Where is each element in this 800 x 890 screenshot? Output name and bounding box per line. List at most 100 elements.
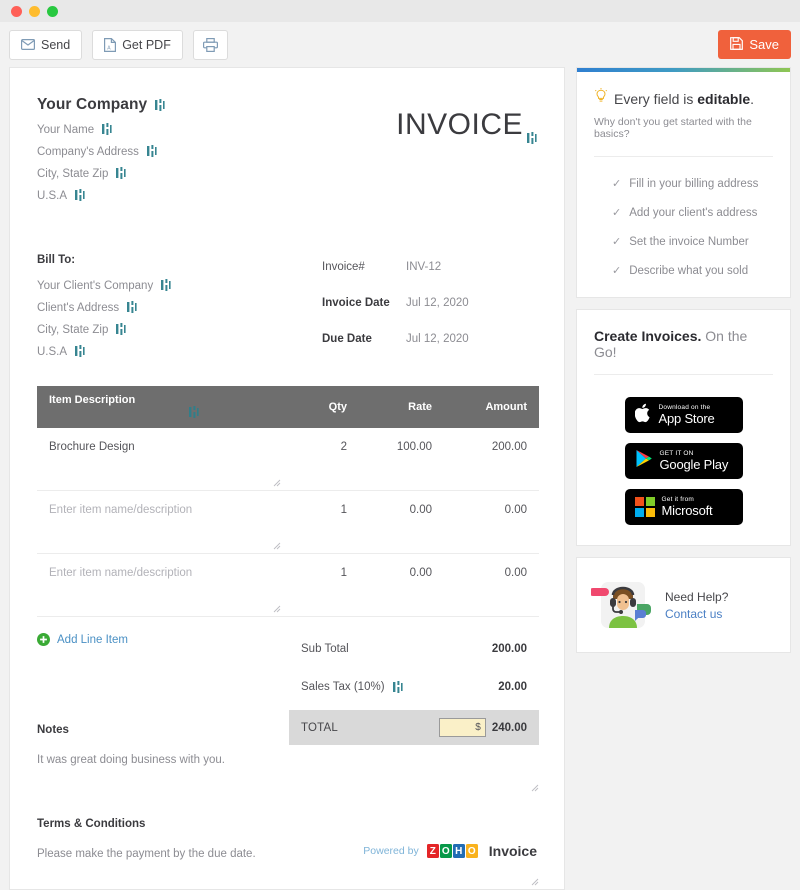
client-line-2-field[interactable]: City, State Zip (37, 323, 322, 336)
edit-pencil-icon[interactable] (189, 406, 199, 419)
microsoft-store-badge[interactable]: Get it from Microsoft (624, 489, 743, 525)
google-play-badge[interactable]: GET IT ON Google Play (624, 443, 743, 479)
meta-row-invoice-number: Invoice# INV-12 (322, 254, 537, 279)
zoho-product-name: Invoice (488, 843, 537, 859)
client-line-3-field[interactable]: U.S.A (37, 345, 322, 358)
invoice-header: Your Company Your Name Company's Address (37, 96, 537, 202)
meta-value-0[interactable]: INV-12 (406, 261, 441, 273)
meta-label-0: Invoice# (322, 260, 365, 273)
zoho-letter-z: Z (426, 844, 439, 858)
apps-card-title: Create Invoices. On the Go! (594, 328, 748, 360)
grand-total-row: TOTAL $ 240.00 (289, 710, 539, 745)
edit-pencil-icon[interactable] (527, 119, 537, 144)
textarea-resize-grip[interactable] (272, 604, 281, 613)
cell-description[interactable]: Brochure Design (37, 428, 281, 491)
client-line-1-field[interactable]: Client's Address (37, 301, 322, 314)
contact-us-link[interactable]: Contact us (665, 607, 728, 621)
table-row[interactable]: Enter item name/description 1 0.00 0.00 (37, 491, 539, 554)
client-line-0-field[interactable]: Your Client's Company (37, 279, 322, 292)
cell-description[interactable]: Enter item name/description (37, 491, 281, 554)
zoho-letter-o1: O (439, 844, 452, 858)
pdf-file-icon: A (104, 37, 117, 52)
cell-rate[interactable]: 100.00 (359, 428, 444, 491)
textarea-resize-grip[interactable] (272, 478, 281, 487)
bill-to-block: Bill To: Your Client's Company Client's … (37, 254, 322, 358)
send-button[interactable]: Send (9, 29, 83, 60)
cell-description[interactable]: Enter item name/description (37, 554, 281, 617)
company-line-3-field[interactable]: U.S.A (37, 189, 165, 202)
textarea-resize-grip[interactable] (530, 779, 539, 792)
company-line-0-field[interactable]: Your Name (37, 123, 165, 136)
edit-pencil-icon[interactable] (75, 345, 85, 358)
meta-value-1[interactable]: Jul 12, 2020 (406, 297, 469, 309)
edit-pencil-icon[interactable] (116, 323, 126, 336)
tip-card-heading: Every field is editable. (594, 88, 773, 109)
check-icon: ✓ (612, 236, 622, 248)
notes-body[interactable]: It was great doing business with you. (37, 754, 539, 766)
item-description-0: Brochure Design (49, 441, 135, 453)
edit-pencil-icon[interactable] (127, 301, 137, 314)
subtotal-value: 200.00 (491, 643, 527, 655)
company-line-0: Your Name (37, 123, 95, 136)
invoice-document: Your Company Your Name Company's Address (9, 67, 565, 890)
sales-tax-label: Sales Tax (10%) (301, 680, 498, 694)
edit-pencil-icon[interactable] (161, 279, 171, 292)
currency-input[interactable]: $ (438, 718, 486, 737)
powered-by-footer: Powered by Z O H O Invoice (10, 843, 537, 859)
save-disk-icon (730, 36, 744, 53)
check-icon: ✓ (612, 265, 622, 277)
window-titlebar (0, 0, 800, 22)
window-maximize-button[interactable] (47, 5, 58, 17)
google-play-big-label: Google Play (659, 456, 729, 472)
check-icon: ✓ (612, 178, 622, 190)
toolbar: Send A Get PDF Save (0, 22, 800, 67)
plus-circle-icon (37, 633, 50, 646)
cell-rate[interactable]: 0.00 (359, 491, 444, 554)
checklist-item-3: ✓ Describe what you sold (612, 264, 773, 278)
total-label: TOTAL (301, 721, 338, 734)
lightbulb-icon (594, 88, 608, 109)
edit-pencil-icon[interactable] (102, 123, 112, 136)
invoice-parties: Bill To: Your Client's Company Client's … (37, 254, 537, 358)
company-line-2-field[interactable]: City, State Zip (37, 167, 165, 180)
save-button[interactable]: Save (718, 30, 791, 59)
table-row[interactable]: Enter item name/description 1 0.00 0.00 (37, 554, 539, 617)
microsoft-icon (634, 497, 655, 517)
cell-qty[interactable]: 1 (281, 554, 359, 617)
zoho-letter-h: H (452, 844, 465, 858)
company-line-1: Company's Address (37, 145, 139, 158)
textarea-resize-grip[interactable] (272, 541, 281, 550)
meta-row-invoice-date: Invoice Date Jul 12, 2020 (322, 290, 537, 315)
client-line-3: U.S.A (37, 345, 68, 358)
table-row[interactable]: Brochure Design 2 100.00 200.00 (37, 428, 539, 491)
tip-checklist: ✓ Fill in your billing address ✓ Add you… (594, 177, 773, 278)
get-pdf-button[interactable]: A Get PDF (92, 29, 183, 60)
meta-value-2[interactable]: Jul 12, 2020 (406, 333, 469, 345)
company-line-2: City, State Zip (37, 167, 109, 180)
print-button[interactable] (192, 29, 228, 60)
apple-icon (634, 403, 652, 428)
edit-pencil-icon[interactable] (116, 167, 126, 180)
edit-pencil-icon[interactable] (146, 145, 157, 158)
column-header-qty: Qty (281, 386, 359, 428)
company-name-field[interactable]: Your Company (37, 96, 165, 114)
edit-pencil-icon[interactable] (392, 680, 403, 694)
cell-qty[interactable]: 2 (281, 428, 359, 491)
window-close-button[interactable] (11, 5, 22, 17)
cell-rate[interactable]: 0.00 (359, 554, 444, 617)
app-store-badge[interactable]: Download on the App Store (624, 397, 743, 433)
column-header-description: Item Description (37, 386, 281, 428)
bill-to-label: Bill To: (37, 254, 76, 266)
subtotal-row: Sub Total 200.00 (289, 634, 539, 664)
window-minimize-button[interactable] (29, 5, 40, 17)
company-line-1-field[interactable]: Company's Address (37, 145, 165, 158)
edit-pencil-icon[interactable] (75, 189, 85, 202)
textarea-resize-grip[interactable] (530, 873, 539, 886)
sales-tax-value: 20.00 (498, 681, 527, 693)
checklist-label-2: Set the invoice Number (629, 235, 749, 248)
edit-pencil-icon[interactable] (155, 98, 165, 112)
need-help-card: Need Help? Contact us (576, 557, 791, 653)
checklist-item-0: ✓ Fill in your billing address (612, 177, 773, 191)
cell-qty[interactable]: 1 (281, 491, 359, 554)
invoice-title-field[interactable]: INVOICE (396, 108, 537, 144)
